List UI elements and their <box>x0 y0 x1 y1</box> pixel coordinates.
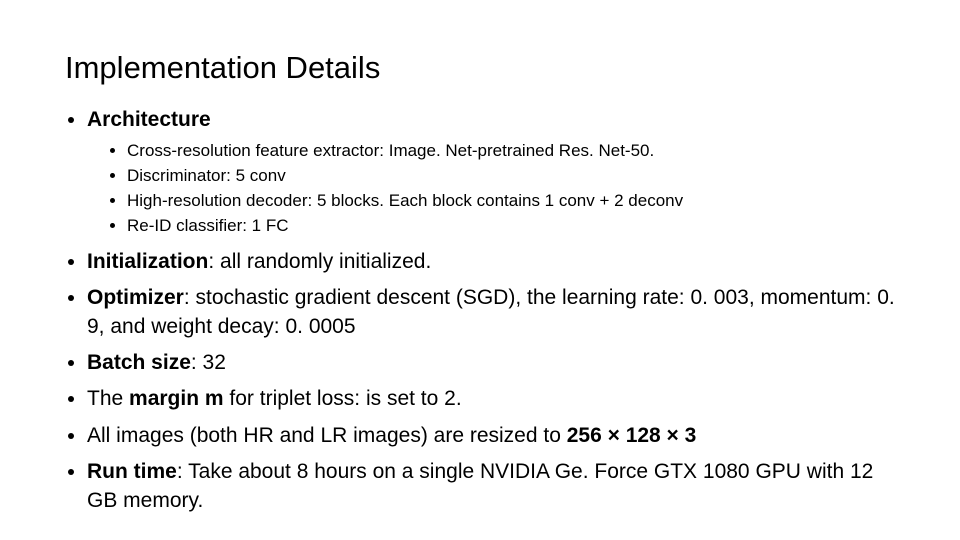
bullet-list: Architecture Cross-resolution feature ex… <box>65 106 895 515</box>
margin-pre: The <box>87 387 129 410</box>
opt-rest: : stochastic gradient descent (SGD), the… <box>87 286 895 337</box>
slide: Implementation Details Architecture Cros… <box>0 0 960 540</box>
architecture-heading: Architecture <box>87 108 211 131</box>
margin-rest: for triplet loss: is set to 2. <box>224 387 462 410</box>
bullet-initialization: Initialization: all randomly initialized… <box>87 248 895 276</box>
bullet-batch-size: Batch size: 32 <box>87 349 895 377</box>
slide-title: Implementation Details <box>65 50 895 86</box>
init-rest: : all randomly initialized. <box>208 250 431 273</box>
margin-label: margin m <box>129 387 224 410</box>
resize-label: 256 × 128 × 3 <box>567 424 697 447</box>
bullet-optimizer: Optimizer: stochastic gradient descent (… <box>87 284 895 341</box>
architecture-sublist: Cross-resolution feature extractor: Imag… <box>87 140 895 238</box>
bullet-margin: The margin m for triplet loss: is set to… <box>87 385 895 413</box>
arch-item: Cross-resolution feature extractor: Imag… <box>127 140 895 163</box>
arch-item: High-resolution decoder: 5 blocks. Each … <box>127 190 895 213</box>
batch-label: Batch size <box>87 351 191 374</box>
bullet-resize: All images (both HR and LR images) are r… <box>87 422 895 450</box>
bullet-runtime: Run time: Take about 8 hours on a single… <box>87 458 895 515</box>
batch-rest: : 32 <box>191 351 226 374</box>
arch-item: Re-ID classifier: 1 FC <box>127 215 895 238</box>
init-label: Initialization <box>87 250 208 273</box>
runtime-label: Run time <box>87 460 177 483</box>
opt-label: Optimizer <box>87 286 184 309</box>
bullet-architecture: Architecture Cross-resolution feature ex… <box>87 106 895 238</box>
resize-pre: All images (both HR and LR images) are r… <box>87 424 567 447</box>
runtime-rest: : Take about 8 hours on a single NVIDIA … <box>87 460 873 511</box>
arch-item: Discriminator: 5 conv <box>127 165 895 188</box>
